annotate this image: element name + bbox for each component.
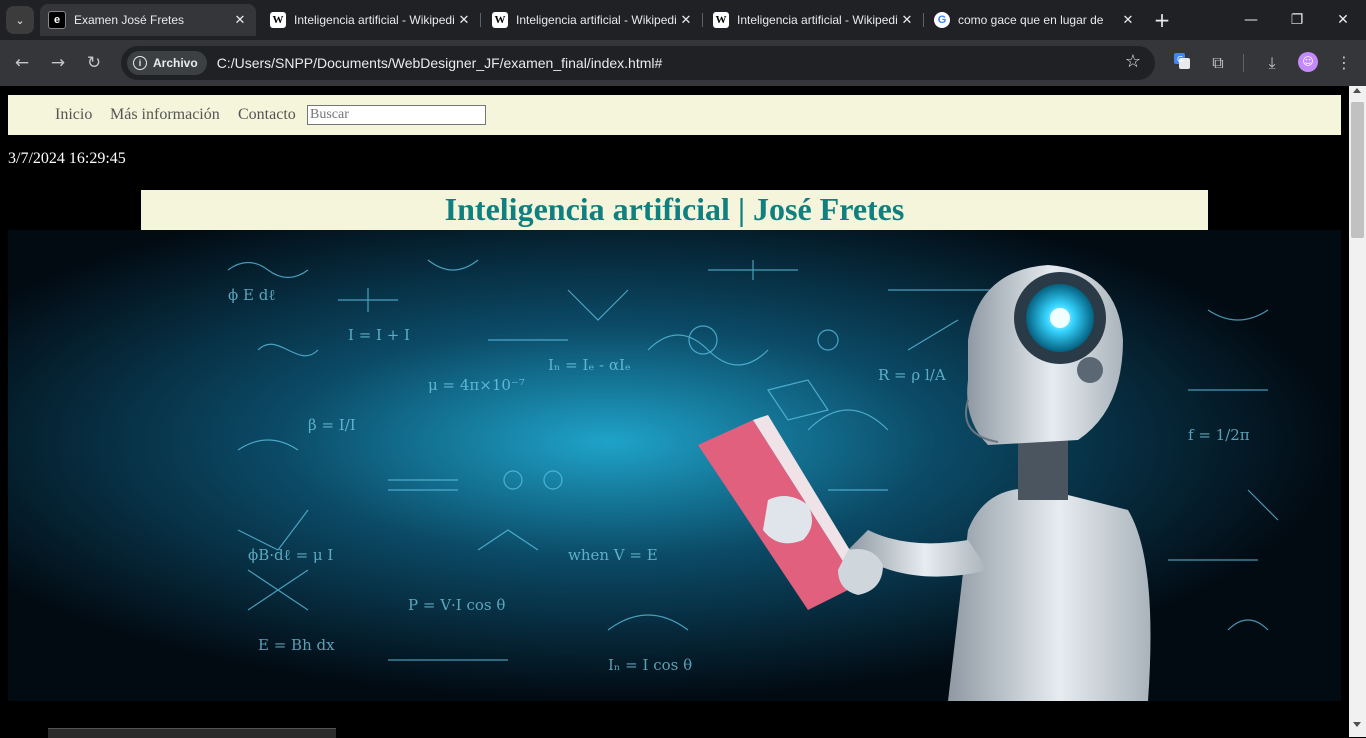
tab-wikipedia-1[interactable]: W Inteligencia artificial - Wikipedia ✕ xyxy=(262,4,480,36)
tab-title: como gace que en lugar de xyxy=(958,13,1104,27)
svg-text:I = I + I: I = I + I xyxy=(348,326,410,344)
reload-button[interactable]: ↻ xyxy=(82,51,106,75)
wikipedia-favicon-icon: W xyxy=(492,12,508,28)
menu-kebab-icon[interactable]: ⋮ xyxy=(1333,52,1355,74)
info-icon: i xyxy=(133,56,147,70)
site-navbar: Inicio Más información Contacto Buscar xyxy=(8,95,1341,135)
page-favicon-icon: e xyxy=(48,11,66,29)
restore-icon: ❐ xyxy=(1290,12,1304,28)
extensions-puzzle-icon[interactable]: ⧉ xyxy=(1207,52,1229,74)
svg-text:when V = E: when V = E xyxy=(568,546,658,564)
svg-text:ϕ E dℓ: ϕ E dℓ xyxy=(228,286,276,304)
page-viewport: Inicio Más información Contacto Buscar 3… xyxy=(0,86,1349,737)
scroll-up-arrow-icon[interactable] xyxy=(1353,88,1361,93)
svg-text:β = I/I: β = I/I xyxy=(308,416,356,434)
bookmark-star-icon[interactable]: ☆ xyxy=(1125,51,1141,72)
new-tab-button[interactable]: + xyxy=(1150,8,1174,32)
profile-avatar[interactable]: ☺ xyxy=(1298,52,1318,72)
reload-icon: ↻ xyxy=(86,53,102,73)
tab-search-button[interactable]: ⌄ xyxy=(6,6,34,34)
close-icon[interactable]: ✕ xyxy=(676,12,696,28)
wikipedia-favicon-icon: W xyxy=(713,12,729,28)
scroll-thumb[interactable] xyxy=(1351,102,1364,238)
svg-text:f = 1/2π: f = 1/2π xyxy=(1188,426,1250,444)
svg-text:R = ρ l/A: R = ρ l/A xyxy=(878,366,946,384)
close-icon[interactable]: ✕ xyxy=(230,12,250,28)
forward-button[interactable]: → xyxy=(46,51,70,75)
tab-strip: ⌄ e Examen José Fretes ✕ W Inteligencia … xyxy=(0,0,1366,40)
toolbar-divider xyxy=(1243,54,1244,72)
tab-title: Inteligencia artificial - Wikipedia xyxy=(294,13,454,27)
chip-label: Archivo xyxy=(153,56,198,70)
close-icon[interactable]: ✕ xyxy=(897,12,917,28)
translate-icon[interactable]: G xyxy=(1171,52,1193,74)
address-bar[interactable]: i Archivo C:/Users/SNPP/Documents/WebDes… xyxy=(121,46,1155,80)
arrow-right-icon: → xyxy=(50,53,66,73)
close-icon: ✕ xyxy=(1337,12,1349,28)
close-icon[interactable]: ✕ xyxy=(454,12,474,28)
robot-reading-book-image: ϕ E dℓ I = I + I Iₙ = Iₑ - αIₑ β = I/I ϕ… xyxy=(8,230,1341,701)
minimize-button[interactable]: — xyxy=(1228,0,1274,40)
tab-separator xyxy=(480,13,481,27)
nav-link-mas-informacion[interactable]: Más información xyxy=(110,106,220,124)
tab-title: Inteligencia artificial - Wikipedia xyxy=(737,13,897,27)
tab-wikipedia-2[interactable]: W Inteligencia artificial - Wikipedia ✕ xyxy=(484,4,702,36)
close-icon[interactable]: ✕ xyxy=(1118,12,1138,28)
tab-title: Examen José Fretes xyxy=(74,13,185,27)
svg-text:E = Bh dx: E = Bh dx xyxy=(258,636,335,654)
hero-image: ϕ E dℓ I = I + I Iₙ = Iₑ - αIₑ β = I/I ϕ… xyxy=(8,230,1341,701)
tab-separator xyxy=(702,13,703,27)
url-text[interactable]: C:/Users/SNPP/Documents/WebDesigner_JF/e… xyxy=(217,55,663,71)
arrow-left-icon: ← xyxy=(14,53,30,73)
chevron-down-icon: ⌄ xyxy=(15,13,25,27)
search-input[interactable]: Buscar xyxy=(307,105,486,125)
download-icon[interactable]: ⤓ xyxy=(1261,52,1283,74)
page-scrollbar[interactable] xyxy=(1349,86,1366,737)
svg-text:P = V·I cos θ: P = V·I cos θ xyxy=(408,596,505,614)
google-favicon-icon: G xyxy=(934,12,950,28)
tab-google-search[interactable]: G como gace que en lugar de ✕ xyxy=(926,4,1144,36)
svg-text:Iₙ = I cos θ: Iₙ = I cos θ xyxy=(608,656,692,674)
tab-separator xyxy=(923,13,924,27)
title-banner: Inteligencia artificial | José Fretes xyxy=(141,190,1208,230)
window-close-button[interactable]: ✕ xyxy=(1320,0,1366,40)
tab-wikipedia-3[interactable]: W Inteligencia artificial - Wikipedia ✕ xyxy=(705,4,923,36)
datetime-display: 3/7/2024 16:29:45 xyxy=(8,150,126,167)
nav-link-inicio[interactable]: Inicio xyxy=(55,106,92,124)
plus-icon: + xyxy=(1153,8,1171,32)
nav-link-contacto[interactable]: Contacto xyxy=(238,106,296,124)
tab-examen[interactable]: e Examen José Fretes ✕ xyxy=(40,4,256,36)
wikipedia-favicon-icon: W xyxy=(270,12,286,28)
site-info-chip[interactable]: i Archivo xyxy=(127,51,207,75)
svg-text:Iₙ = Iₑ - αIₑ: Iₙ = Iₑ - αIₑ xyxy=(548,356,631,374)
minimize-icon: — xyxy=(1244,12,1258,28)
back-button[interactable]: ← xyxy=(10,51,34,75)
svg-text:μ = 4π×10⁻⁷: μ = 4π×10⁻⁷ xyxy=(428,376,525,394)
svg-text:G: G xyxy=(1177,55,1183,64)
svg-text:ϕB·dℓ = μ I: ϕB·dℓ = μ I xyxy=(248,546,333,564)
restore-button[interactable]: ❐ xyxy=(1274,0,1320,40)
page-title: Inteligencia artificial | José Fretes xyxy=(444,191,905,227)
scroll-down-arrow-icon[interactable] xyxy=(1353,722,1361,727)
browser-toolbar: ← → ↻ i Archivo C:/Users/SNPP/Documents/… xyxy=(0,40,1366,86)
tab-title: Inteligencia artificial - Wikipedia xyxy=(516,13,676,27)
